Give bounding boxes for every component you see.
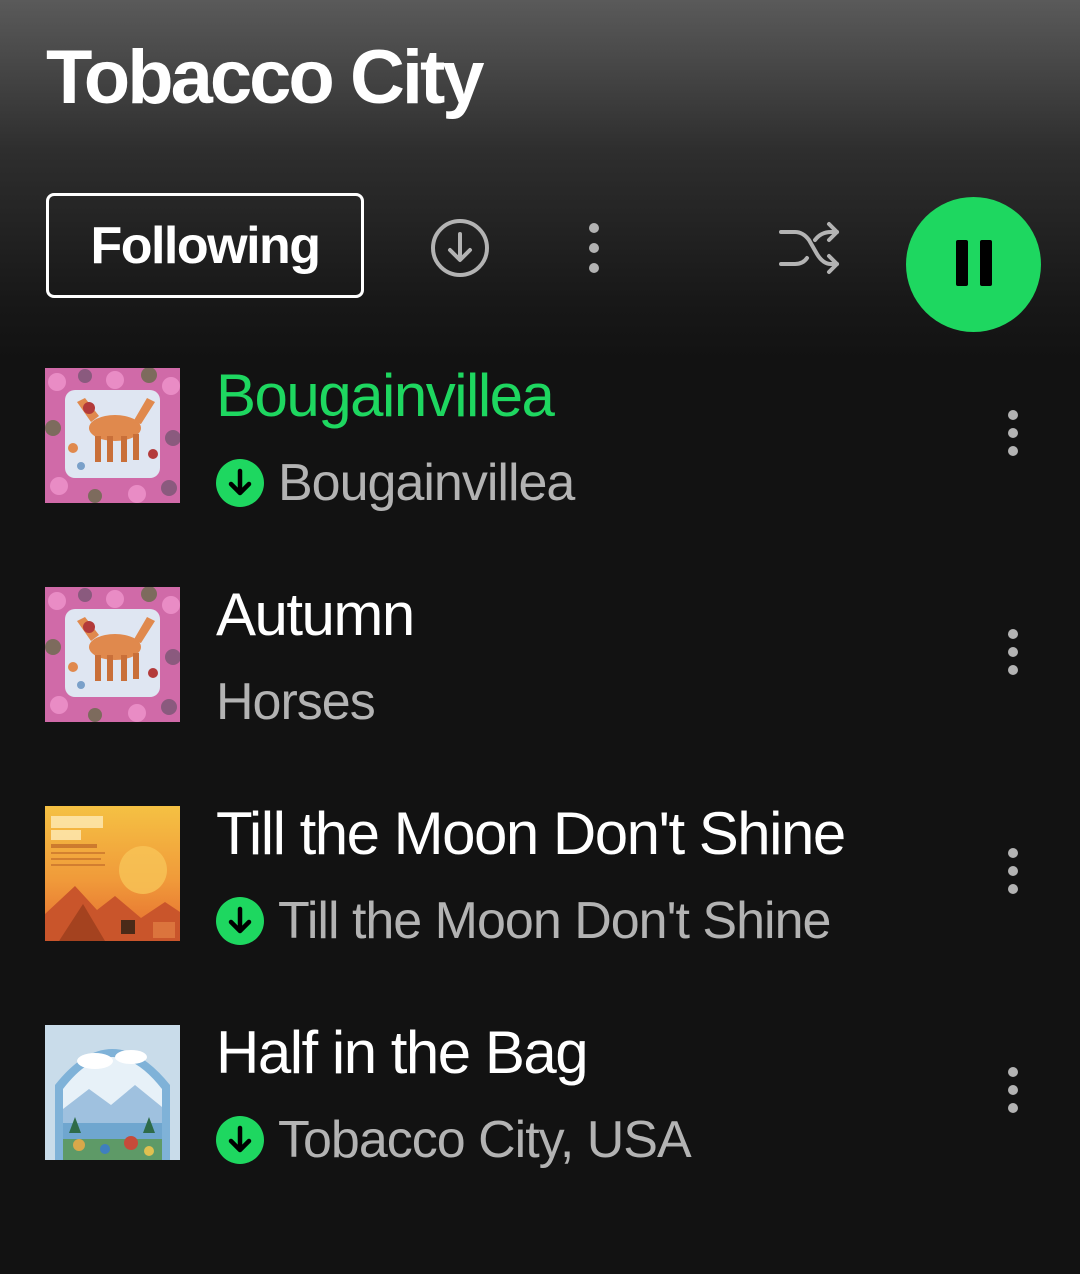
- track-row[interactable]: Till the Moon Don't Shine Till the Moon …: [0, 796, 1080, 1015]
- track-subline: Tobacco City, USA: [216, 1105, 692, 1175]
- shuffle-button[interactable]: [770, 213, 850, 285]
- track-subtitle: Bougainvillea: [278, 454, 575, 512]
- more-vertical-icon: [584, 218, 604, 281]
- more-vertical-icon: [1005, 407, 1021, 462]
- track-title: Autumn: [216, 581, 415, 648]
- artist-title: Tobacco City: [46, 35, 485, 120]
- album-cover: [45, 587, 180, 722]
- more-vertical-icon: [1005, 626, 1021, 681]
- album-cover: [45, 1025, 180, 1160]
- track-title: Till the Moon Don't Shine: [216, 800, 846, 867]
- downloaded-badge-icon: [216, 1116, 264, 1164]
- track-row[interactable]: Half in the Bag Tobacco City, USA: [0, 1015, 1080, 1234]
- track-more-button[interactable]: [990, 398, 1036, 470]
- more-options-button[interactable]: [564, 213, 624, 285]
- downloaded-badge-icon: [216, 459, 264, 507]
- track-title: Bougainvillea: [216, 362, 555, 429]
- track-row[interactable]: Bougainvillea Bougainvillea: [0, 358, 1080, 577]
- track-row[interactable]: Autumn Horses: [0, 577, 1080, 796]
- track-subtitle: Tobacco City, USA: [278, 1111, 692, 1169]
- track-list: Bougainvillea Bougainvillea Autumn Horse…: [0, 358, 1080, 1234]
- more-vertical-icon: [1005, 1064, 1021, 1119]
- following-button[interactable]: Following: [46, 193, 364, 298]
- artist-page: Tobacco City Following Bougainvillea Bou…: [0, 0, 1080, 1274]
- more-vertical-icon: [1005, 845, 1021, 900]
- track-subline: Horses: [216, 667, 376, 737]
- album-cover: [45, 806, 180, 941]
- track-title: Half in the Bag: [216, 1019, 589, 1086]
- shuffle-icon: [775, 218, 845, 281]
- download-button[interactable]: [424, 213, 496, 285]
- track-subline: Till the Moon Don't Shine: [216, 886, 831, 956]
- track-more-button[interactable]: [990, 1055, 1036, 1127]
- pause-button[interactable]: [906, 197, 1041, 332]
- track-subtitle: Horses: [216, 673, 376, 731]
- downloaded-badge-icon: [216, 897, 264, 945]
- track-subline: Bougainvillea: [216, 448, 575, 518]
- download-circle-icon: [429, 217, 491, 282]
- pause-icon: [952, 238, 996, 291]
- track-subtitle: Till the Moon Don't Shine: [278, 892, 831, 950]
- album-cover: [45, 368, 180, 503]
- track-more-button[interactable]: [990, 836, 1036, 908]
- track-more-button[interactable]: [990, 617, 1036, 689]
